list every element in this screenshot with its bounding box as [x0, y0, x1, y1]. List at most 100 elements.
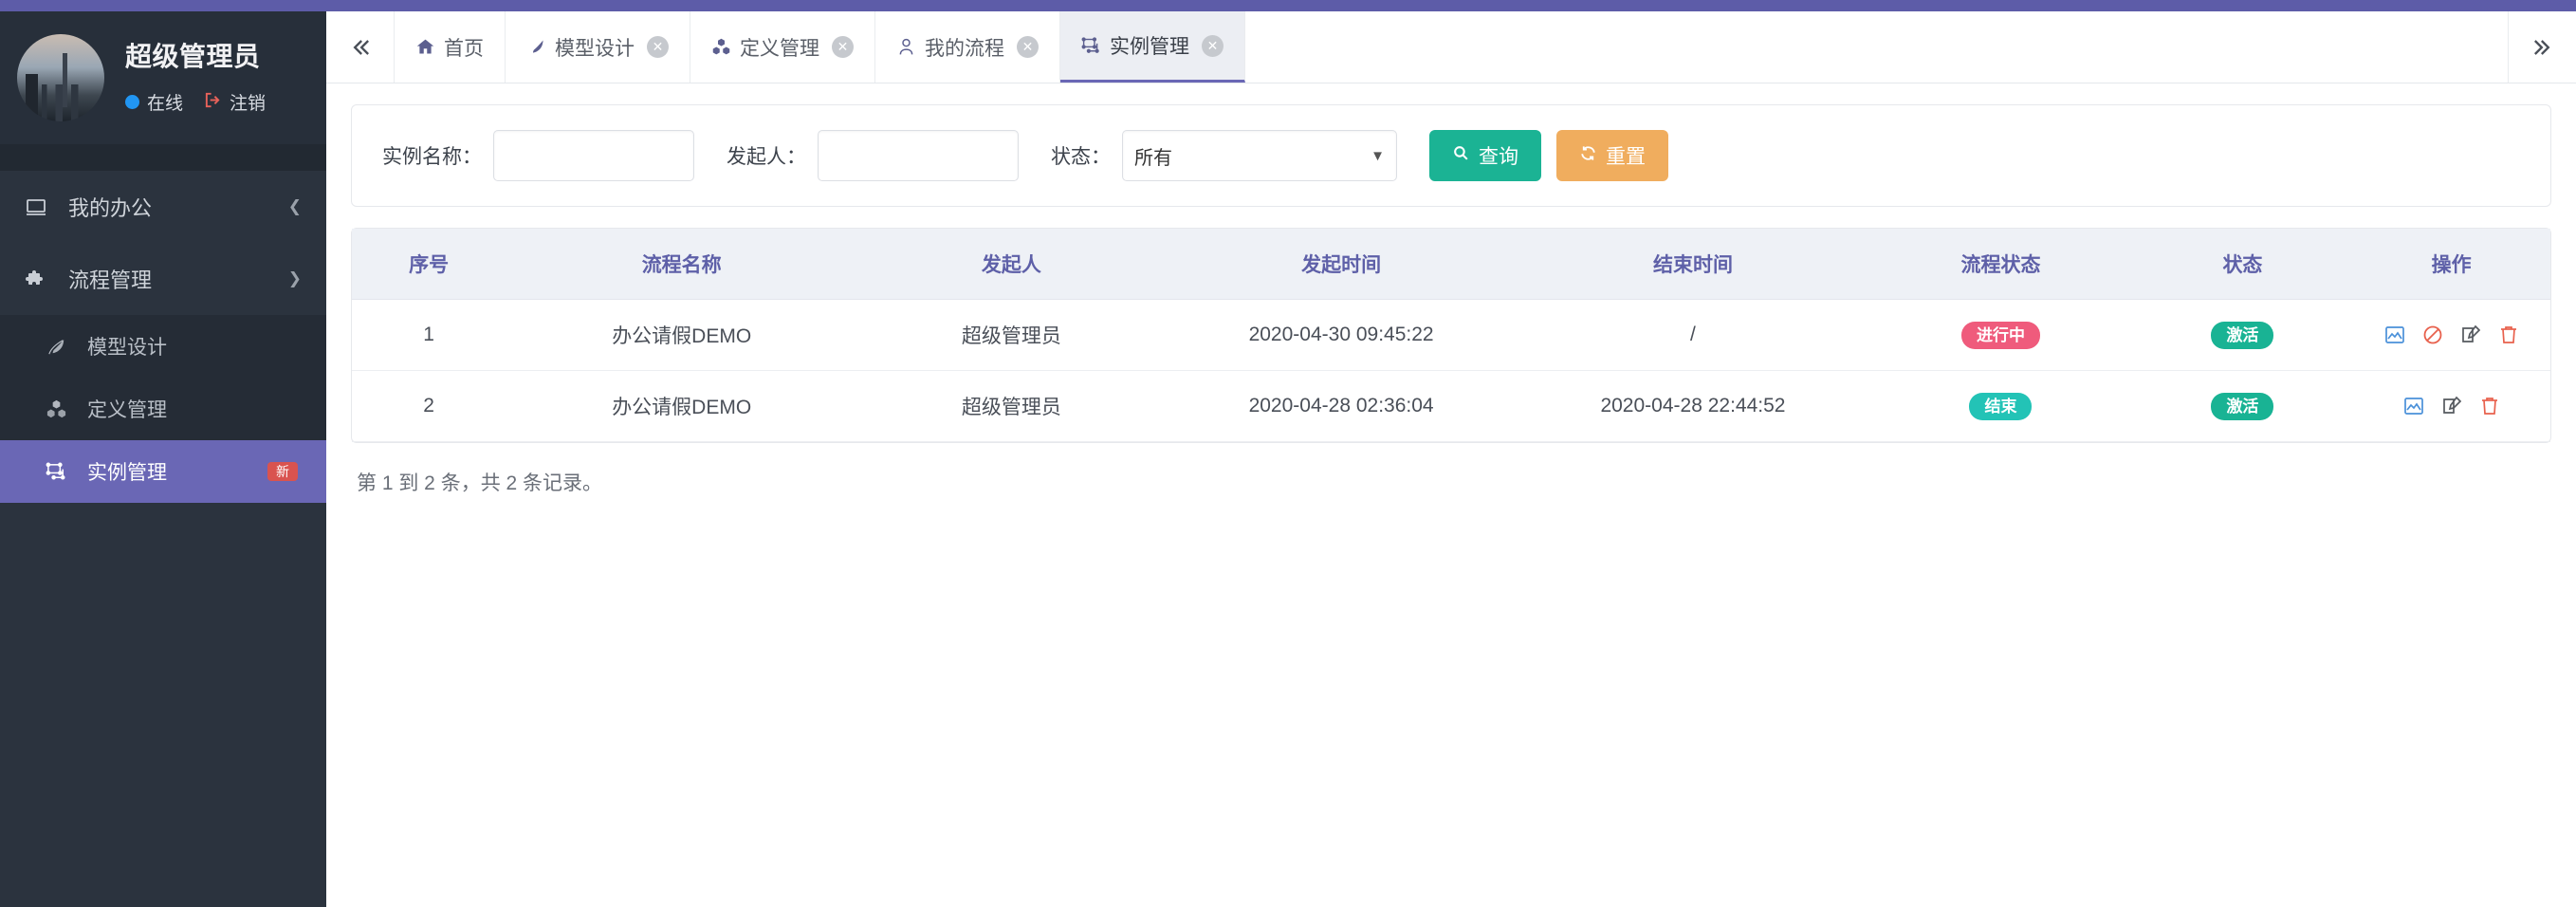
top-accent-strip — [0, 0, 2576, 11]
instance-name-label: 实例名称： — [382, 146, 482, 168]
logout-button[interactable]: 注销 — [204, 89, 266, 115]
home-icon — [415, 37, 435, 57]
instances-table: 序号 流程名称 发起人 发起时间 结束时间 流程状态 状态 操作 1 办公请假D… — [352, 229, 2550, 442]
cell-name: 办公请假DEMO — [506, 299, 858, 371]
row-actions — [2352, 394, 2550, 418]
ban-icon[interactable] — [2420, 323, 2445, 347]
refresh-icon — [1579, 144, 1597, 168]
search-icon — [1452, 144, 1470, 168]
instance-icon — [1081, 36, 1101, 56]
status-badge: 激活 — [2211, 321, 2274, 349]
cell-initiator: 超级管理员 — [857, 299, 1166, 371]
th-operations: 操作 — [2352, 229, 2550, 300]
th-process-status: 流程状态 — [1868, 229, 2133, 300]
delete-icon[interactable] — [2477, 394, 2502, 418]
tab-label: 定义管理 — [740, 37, 819, 60]
search-button[interactable]: 查询 — [1429, 130, 1541, 181]
sidebar-item-label: 流程管理 — [68, 268, 153, 292]
user-name: 超级管理员 — [125, 41, 261, 71]
online-dot-icon — [125, 94, 139, 109]
tab-instance-mgmt[interactable]: 实例管理 ✕ — [1060, 11, 1245, 83]
sidebar-item-definition-mgmt[interactable]: 定义管理 — [0, 378, 326, 440]
th-end-time: 结束时间 — [1517, 229, 1869, 300]
process-status-badge: 进行中 — [1960, 321, 2040, 349]
row-actions — [2352, 323, 2550, 347]
sidebar-item-label: 实例管理 — [87, 462, 167, 484]
tabs-scroll-right-button[interactable] — [2508, 11, 2576, 83]
cubes-icon — [46, 398, 74, 420]
cell-name: 办公请假DEMO — [506, 370, 858, 442]
sidebar-item-label: 定义管理 — [87, 399, 167, 421]
initiator-input[interactable] — [818, 130, 1019, 181]
logout-label: 注销 — [230, 93, 267, 114]
cell-end-time: 2020-04-28 22:44:52 — [1517, 370, 1869, 442]
sidebar: 超级管理员 在线 注销 我的办公 ❮ 流程管理 ❯ 模型设计 定义管理 实例管理… — [0, 0, 326, 907]
sidebar-divider — [0, 144, 326, 171]
reset-button-label: 重置 — [1606, 146, 1646, 168]
chevron-down-icon: ❯ — [287, 269, 302, 287]
close-icon[interactable]: ✕ — [647, 36, 669, 58]
leaf-icon — [526, 37, 546, 57]
tab-definition-mgmt[interactable]: 定义管理 ✕ — [690, 11, 875, 83]
table-row: 2 办公请假DEMO 超级管理员 2020-04-28 02:36:04 202… — [352, 370, 2550, 442]
close-icon[interactable]: ✕ — [832, 36, 854, 58]
filter-bar: 实例名称： 发起人： 状态： 所有 ▼ 查询 重置 — [351, 104, 2551, 207]
tab-label: 我的流程 — [925, 37, 1004, 60]
tab-model-design[interactable]: 模型设计 ✕ — [506, 11, 690, 83]
cell-start-time: 2020-04-30 09:45:22 — [1165, 299, 1518, 371]
image-icon[interactable] — [2401, 394, 2426, 418]
table-record-count: 第 1 到 2 条，共 2 条记录。 — [357, 472, 603, 494]
avatar — [17, 34, 104, 121]
filter-instance-name: 实例名称： — [382, 130, 694, 181]
tabs-scroll-left-button[interactable] — [326, 11, 395, 83]
app-root: 超级管理员 在线 注销 我的办公 ❮ 流程管理 ❯ 模型设计 定义管理 实例管理… — [0, 0, 2576, 907]
sidebar-item-process-mgmt[interactable]: 流程管理 ❯ — [0, 243, 326, 315]
table-row: 1 办公请假DEMO 超级管理员 2020-04-30 09:45:22 / 进… — [352, 299, 2550, 371]
tab-home[interactable]: 首页 — [395, 11, 506, 83]
close-icon[interactable]: ✕ — [1017, 36, 1039, 58]
avatar-photo-skyline — [17, 84, 104, 121]
page-content: 实例名称： 发起人： 状态： 所有 ▼ 查询 重置 序号 流程名称 发起人 发起… — [326, 83, 2576, 907]
logout-icon — [204, 91, 222, 113]
cell-process-status: 结束 — [1868, 370, 2133, 442]
tab-my-process[interactable]: 我的流程 ✕ — [875, 11, 1060, 83]
chevron-down-icon: ▼ — [1371, 147, 1385, 164]
sidebar-item-my-office[interactable]: 我的办公 ❮ — [0, 171, 326, 243]
leaf-icon — [46, 336, 74, 358]
cell-initiator: 超级管理员 — [857, 370, 1166, 442]
sidebar-item-label: 我的办公 — [68, 196, 153, 220]
th-index: 序号 — [352, 229, 506, 300]
sidebar-submenu: 模型设计 定义管理 实例管理 新 — [0, 315, 326, 503]
user-icon — [896, 37, 916, 57]
th-initiator: 发起人 — [857, 229, 1166, 300]
tab-label: 首页 — [444, 37, 484, 60]
th-status: 状态 — [2132, 229, 2353, 300]
edit-icon[interactable] — [2458, 323, 2483, 347]
reset-button[interactable]: 重置 — [1556, 130, 1668, 181]
image-icon[interactable] — [2383, 323, 2407, 347]
chevron-left-icon: ❮ — [287, 197, 302, 215]
instance-icon — [46, 461, 74, 483]
online-status-label: 在线 — [147, 93, 184, 114]
sidebar-item-model-design[interactable]: 模型设计 — [0, 315, 326, 378]
user-profile: 超级管理员 在线 注销 — [0, 0, 326, 144]
close-icon[interactable]: ✕ — [1202, 34, 1224, 57]
edit-icon[interactable] — [2439, 394, 2464, 418]
cell-status: 激活 — [2132, 370, 2353, 442]
sidebar-item-instance-mgmt[interactable]: 实例管理 新 — [0, 440, 326, 503]
status-badge: 激活 — [2211, 392, 2274, 420]
initiator-label: 发起人： — [727, 146, 806, 168]
status-label: 状态： — [1051, 146, 1111, 168]
instance-name-input[interactable] — [493, 130, 694, 181]
filter-initiator: 发起人： — [727, 130, 1019, 181]
delete-icon[interactable] — [2496, 323, 2521, 347]
main-content: 首页 模型设计 ✕ 定义管理 ✕ 我的流程 ✕ 实例管理 ✕ 实例名称： 发起人… — [326, 0, 2576, 907]
status-select-value: 所有 — [1134, 147, 1172, 169]
status-select[interactable]: 所有 ▼ — [1122, 130, 1397, 181]
filter-status: 状态： 所有 ▼ — [1051, 130, 1397, 181]
th-start-time: 发起时间 — [1165, 229, 1518, 300]
cell-operations — [2352, 370, 2550, 442]
search-button-label: 查询 — [1479, 146, 1518, 168]
tab-bar: 首页 模型设计 ✕ 定义管理 ✕ 我的流程 ✕ 实例管理 ✕ — [326, 0, 2576, 83]
puzzle-icon — [25, 268, 57, 290]
